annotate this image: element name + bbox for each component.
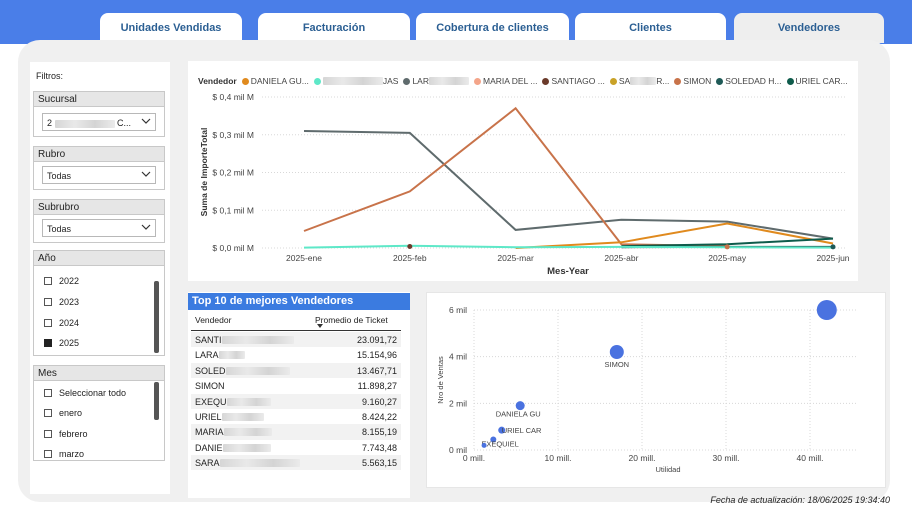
vendedor-name: URIEL [195,412,222,422]
redacted-text [223,428,272,437]
promedio-ticket-cell: 8.424,22 [361,412,397,422]
vendedor-cell: SARA [195,458,300,468]
promedio-ticket-cell: 7.743,48 [361,442,397,453]
promedio-ticket-cell: 11.898,27 [357,381,397,392]
vendedor-cell: SIMON [195,381,225,391]
col-vendedor[interactable]: Vendedor [195,315,231,325]
vendedor-name: SANTI [195,335,222,345]
vendedor-cell: SOLED [195,366,290,376]
y-tick-label: $ 0,3 mil M [212,130,254,140]
sort-desc-icon [317,324,323,328]
table-row[interactable]: SIMON 11.898,27 [191,378,401,393]
redacted-text [222,443,271,452]
vendedor-cell: URIEL [195,412,264,422]
promedio-ticket-cell: 15.154,96 [356,350,397,361]
series-line[interactable] [303,130,834,240]
x-tick-label: 2025-may [708,253,747,263]
x-tick-label: 2025-abr [604,253,638,263]
redacted-text [225,366,290,375]
y-tick-label: $ 0,4 mil M [212,92,254,102]
vendedor-name: LARA [195,350,219,361]
col-promedio-ticket[interactable]: Promedio de Ticket [315,315,388,325]
table-row[interactable]: DANIE 7.743,48 [191,440,401,455]
table-row[interactable]: EXEQU 9.160,27 [191,393,401,409]
x-tick-label: 2025-mar [497,253,534,263]
x-tick-label: 2025-jun [816,253,849,263]
table-row[interactable]: SOLED 13.467,71 [191,362,401,379]
y-tick-label: $ 0,2 mil M [212,168,254,178]
vendedor-name: EXEQU [195,396,227,407]
y-tick-label: $ 0,1 mil M [212,205,254,215]
vendedor-cell: DANIE [195,443,271,453]
top10-header: Vendedor Promedio de Ticket [191,313,401,331]
y-axis-label: Suma de ImporteTotal [199,128,209,217]
vendedor-name: SARA [195,458,220,469]
promedio-ticket-cell: 13.467,71 [356,365,397,376]
redacted-text [221,413,264,421]
table-row[interactable]: URIEL 8.424,22 [191,409,401,424]
promedio-ticket-cell: 8.155,19 [361,427,397,438]
vendedor-cell: EXEQU [195,397,271,407]
x-tick-label: 2025-ene [286,253,322,263]
table-row[interactable]: SARA 5.563,15 [191,455,401,471]
top10-title: Top 10 de mejores Vendedores [188,293,410,310]
vendedor-name: DANIE [195,442,223,453]
x-tick-label: 2025-feb [393,253,427,263]
table-row[interactable]: SANTI 23.091,72 [191,332,401,348]
vendedor-name: MARIA [195,427,224,438]
redacted-text [221,336,294,344]
vendedor-cell: LARA [195,350,245,360]
vendedor-cell: MARIA [195,427,272,437]
scatter-panel [426,292,886,488]
redacted-text [226,397,271,406]
redacted-text [219,459,300,468]
vendedor-cell: SANTI [195,335,294,345]
vendedor-name: SOLED [195,365,226,376]
table-row[interactable]: MARIA 8.155,19 [191,424,401,440]
last-updated: Fecha de actualización: 18/06/2025 19:34… [710,495,890,505]
data-point[interactable] [830,244,836,250]
vendedor-name: SIMON [195,381,225,392]
redacted-text [218,351,245,360]
data-point[interactable] [407,243,413,249]
y-tick-label: $ 0,0 mil M [212,243,254,253]
series-line[interactable] [303,106,728,248]
data-point[interactable] [724,244,730,250]
promedio-ticket-cell: 23.091,72 [356,335,397,345]
promedio-ticket-cell: 5.563,15 [361,458,397,469]
x-axis-label: Mes-Year [547,266,589,277]
promedio-ticket-cell: 9.160,27 [361,396,397,407]
table-row[interactable]: LARA 15.154,96 [191,347,401,362]
